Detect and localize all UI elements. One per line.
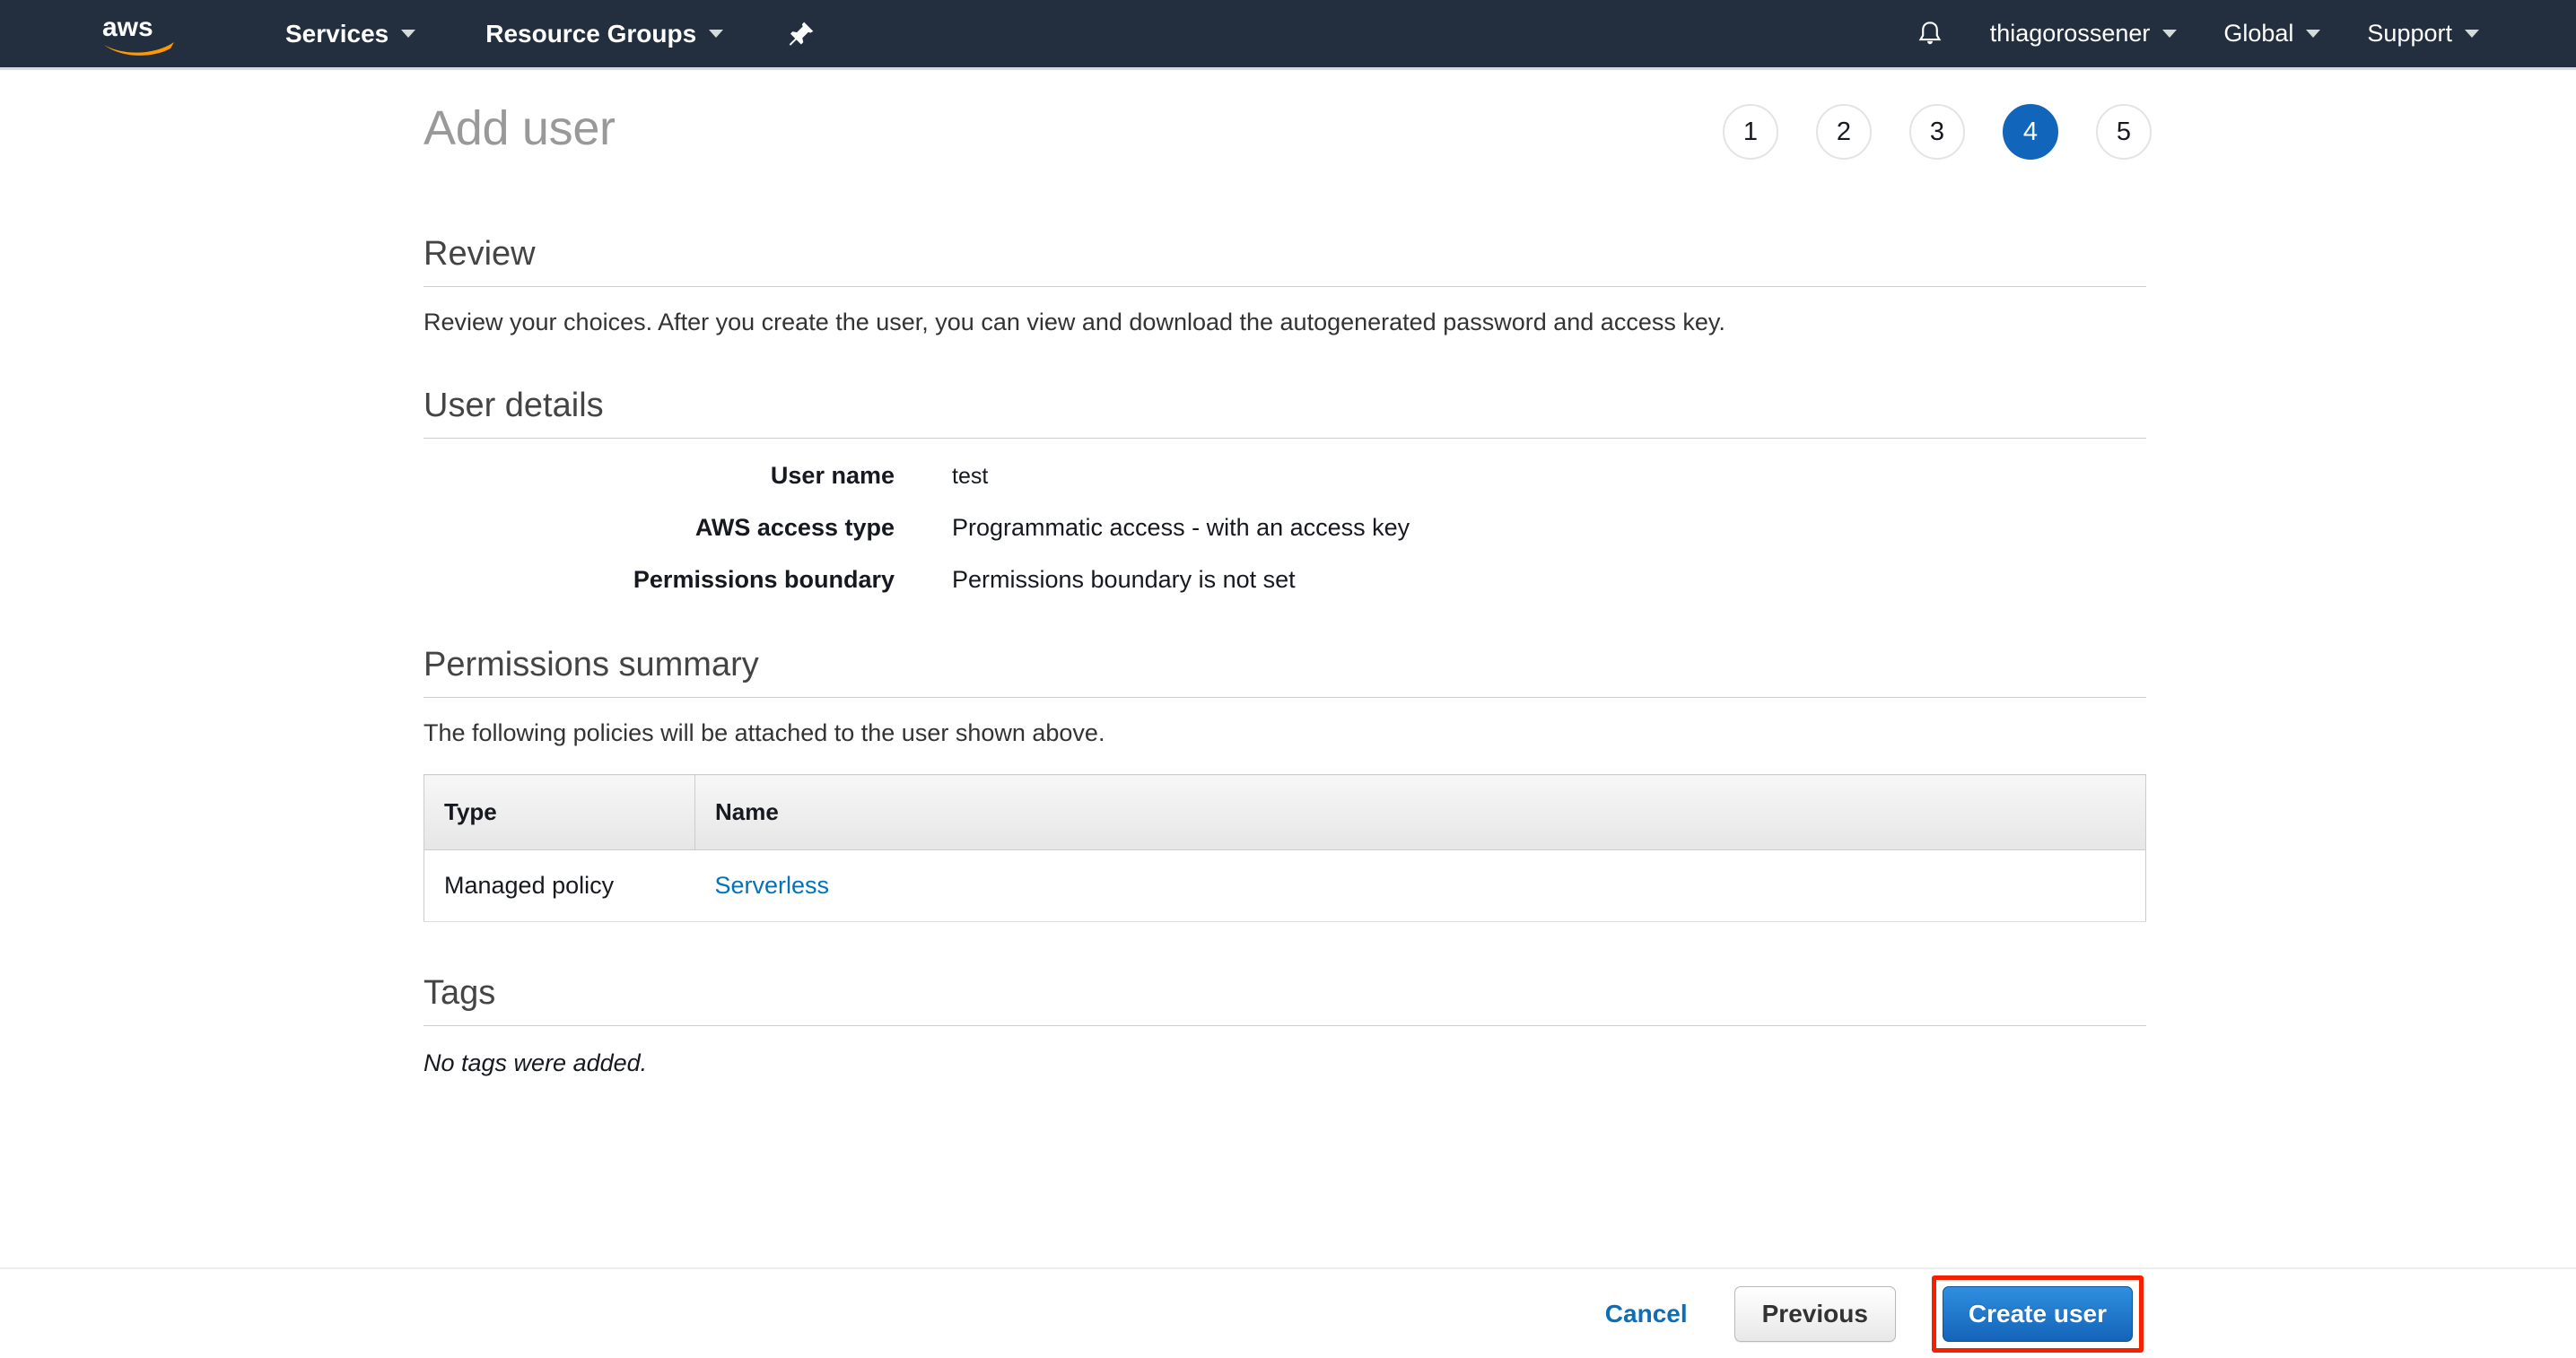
cancel-button[interactable]: Cancel <box>1605 1300 1688 1328</box>
review-heading: Review <box>424 235 536 273</box>
footer-action-bar: Cancel Previous Create user <box>0 1267 2576 1358</box>
step-3[interactable]: 3 <box>1909 104 1965 160</box>
detail-label: User name <box>770 462 895 489</box>
nav-item-resource-groups[interactable]: Resource Groups <box>469 0 739 69</box>
column-header-type: Type <box>424 774 695 850</box>
section-tags: Tags No tags were added. <box>424 974 2146 1077</box>
nav-account-label: thiagorossener <box>1989 20 2151 47</box>
detail-value: test <box>952 464 989 489</box>
chevron-down-icon <box>2162 30 2178 38</box>
previous-button[interactable]: Previous <box>1733 1285 1896 1342</box>
detail-row-access-type: AWS access type Programmatic access - wi… <box>424 514 2146 542</box>
main-content: Review Review your choices. After you cr… <box>424 235 2146 1077</box>
chevron-down-icon <box>709 30 724 38</box>
permissions-summary-heading: Permissions summary <box>424 646 759 683</box>
page-header: Add user 1 2 3 4 5 <box>0 100 2576 181</box>
nav-right-group: thiagorossener Global Support <box>1893 18 2576 50</box>
chevron-down-icon <box>401 30 416 38</box>
step-5[interactable]: 5 <box>2096 104 2152 160</box>
user-details-list: User name test AWS access type Programma… <box>424 462 2146 594</box>
policy-link-serverless[interactable]: Serverless <box>715 872 830 899</box>
create-user-button[interactable]: Create user <box>1942 1285 2133 1342</box>
section-user-details: User details User name test AWS access t… <box>424 387 2146 594</box>
step-1[interactable]: 1 <box>1723 104 1778 160</box>
divider <box>424 438 2146 439</box>
tags-heading: Tags <box>424 974 496 1012</box>
detail-value: Permissions boundary is not set <box>952 566 1296 593</box>
cell-policy-name: Serverless <box>694 849 2146 922</box>
cell-policy-type: Managed policy <box>424 849 695 922</box>
permissions-summary-description: The following policies will be attached … <box>424 719 1105 746</box>
detail-label: AWS access type <box>694 514 895 541</box>
nav-item-region[interactable]: Global <box>2200 20 2344 48</box>
aws-logo[interactable]: aws <box>97 12 183 57</box>
nav-services-label: Services <box>285 19 389 48</box>
detail-label: Permissions boundary <box>633 566 895 593</box>
nav-region-label: Global <box>2223 20 2294 47</box>
page-title: Add user <box>424 101 616 155</box>
create-user-highlight-box: Create user <box>1931 1275 2144 1353</box>
step-2[interactable]: 2 <box>1816 104 1872 160</box>
step-indicator: 1 2 3 4 5 <box>1723 104 2152 160</box>
chevron-down-icon <box>2465 30 2479 38</box>
bell-icon[interactable] <box>1893 18 1967 50</box>
permissions-table: Type Name Managed policy Serverless <box>424 774 2146 922</box>
tags-empty-message: No tags were added. <box>424 1049 648 1076</box>
column-header-name: Name <box>694 774 2146 850</box>
nav-item-account[interactable]: thiagorossener <box>1967 20 2201 48</box>
section-review: Review Review your choices. After you cr… <box>424 235 2146 336</box>
chevron-down-icon <box>2306 30 2321 38</box>
svg-text:aws: aws <box>102 13 153 42</box>
section-permissions-summary: Permissions summary The following polici… <box>424 646 2146 922</box>
top-navigation-bar: aws Services Resource Groups thiagorosse… <box>0 0 2576 70</box>
nav-support-label: Support <box>2367 20 2452 47</box>
pushpin-icon[interactable] <box>786 19 816 49</box>
table-row: Managed policy Serverless <box>424 849 2146 922</box>
table-header-row: Type Name <box>424 774 2146 850</box>
review-description: Review your choices. After you create th… <box>424 309 1725 335</box>
detail-value: Programmatic access - with an access key <box>952 514 1410 541</box>
user-details-heading: User details <box>424 387 604 424</box>
step-4-active[interactable]: 4 <box>2003 104 2058 160</box>
detail-row-permissions-boundary: Permissions boundary Permissions boundar… <box>424 566 2146 594</box>
nav-item-services[interactable]: Services <box>269 0 432 69</box>
nav-item-support[interactable]: Support <box>2344 20 2502 48</box>
detail-row-user-name: User name test <box>424 462 2146 490</box>
nav-resource-groups-label: Resource Groups <box>485 19 697 48</box>
